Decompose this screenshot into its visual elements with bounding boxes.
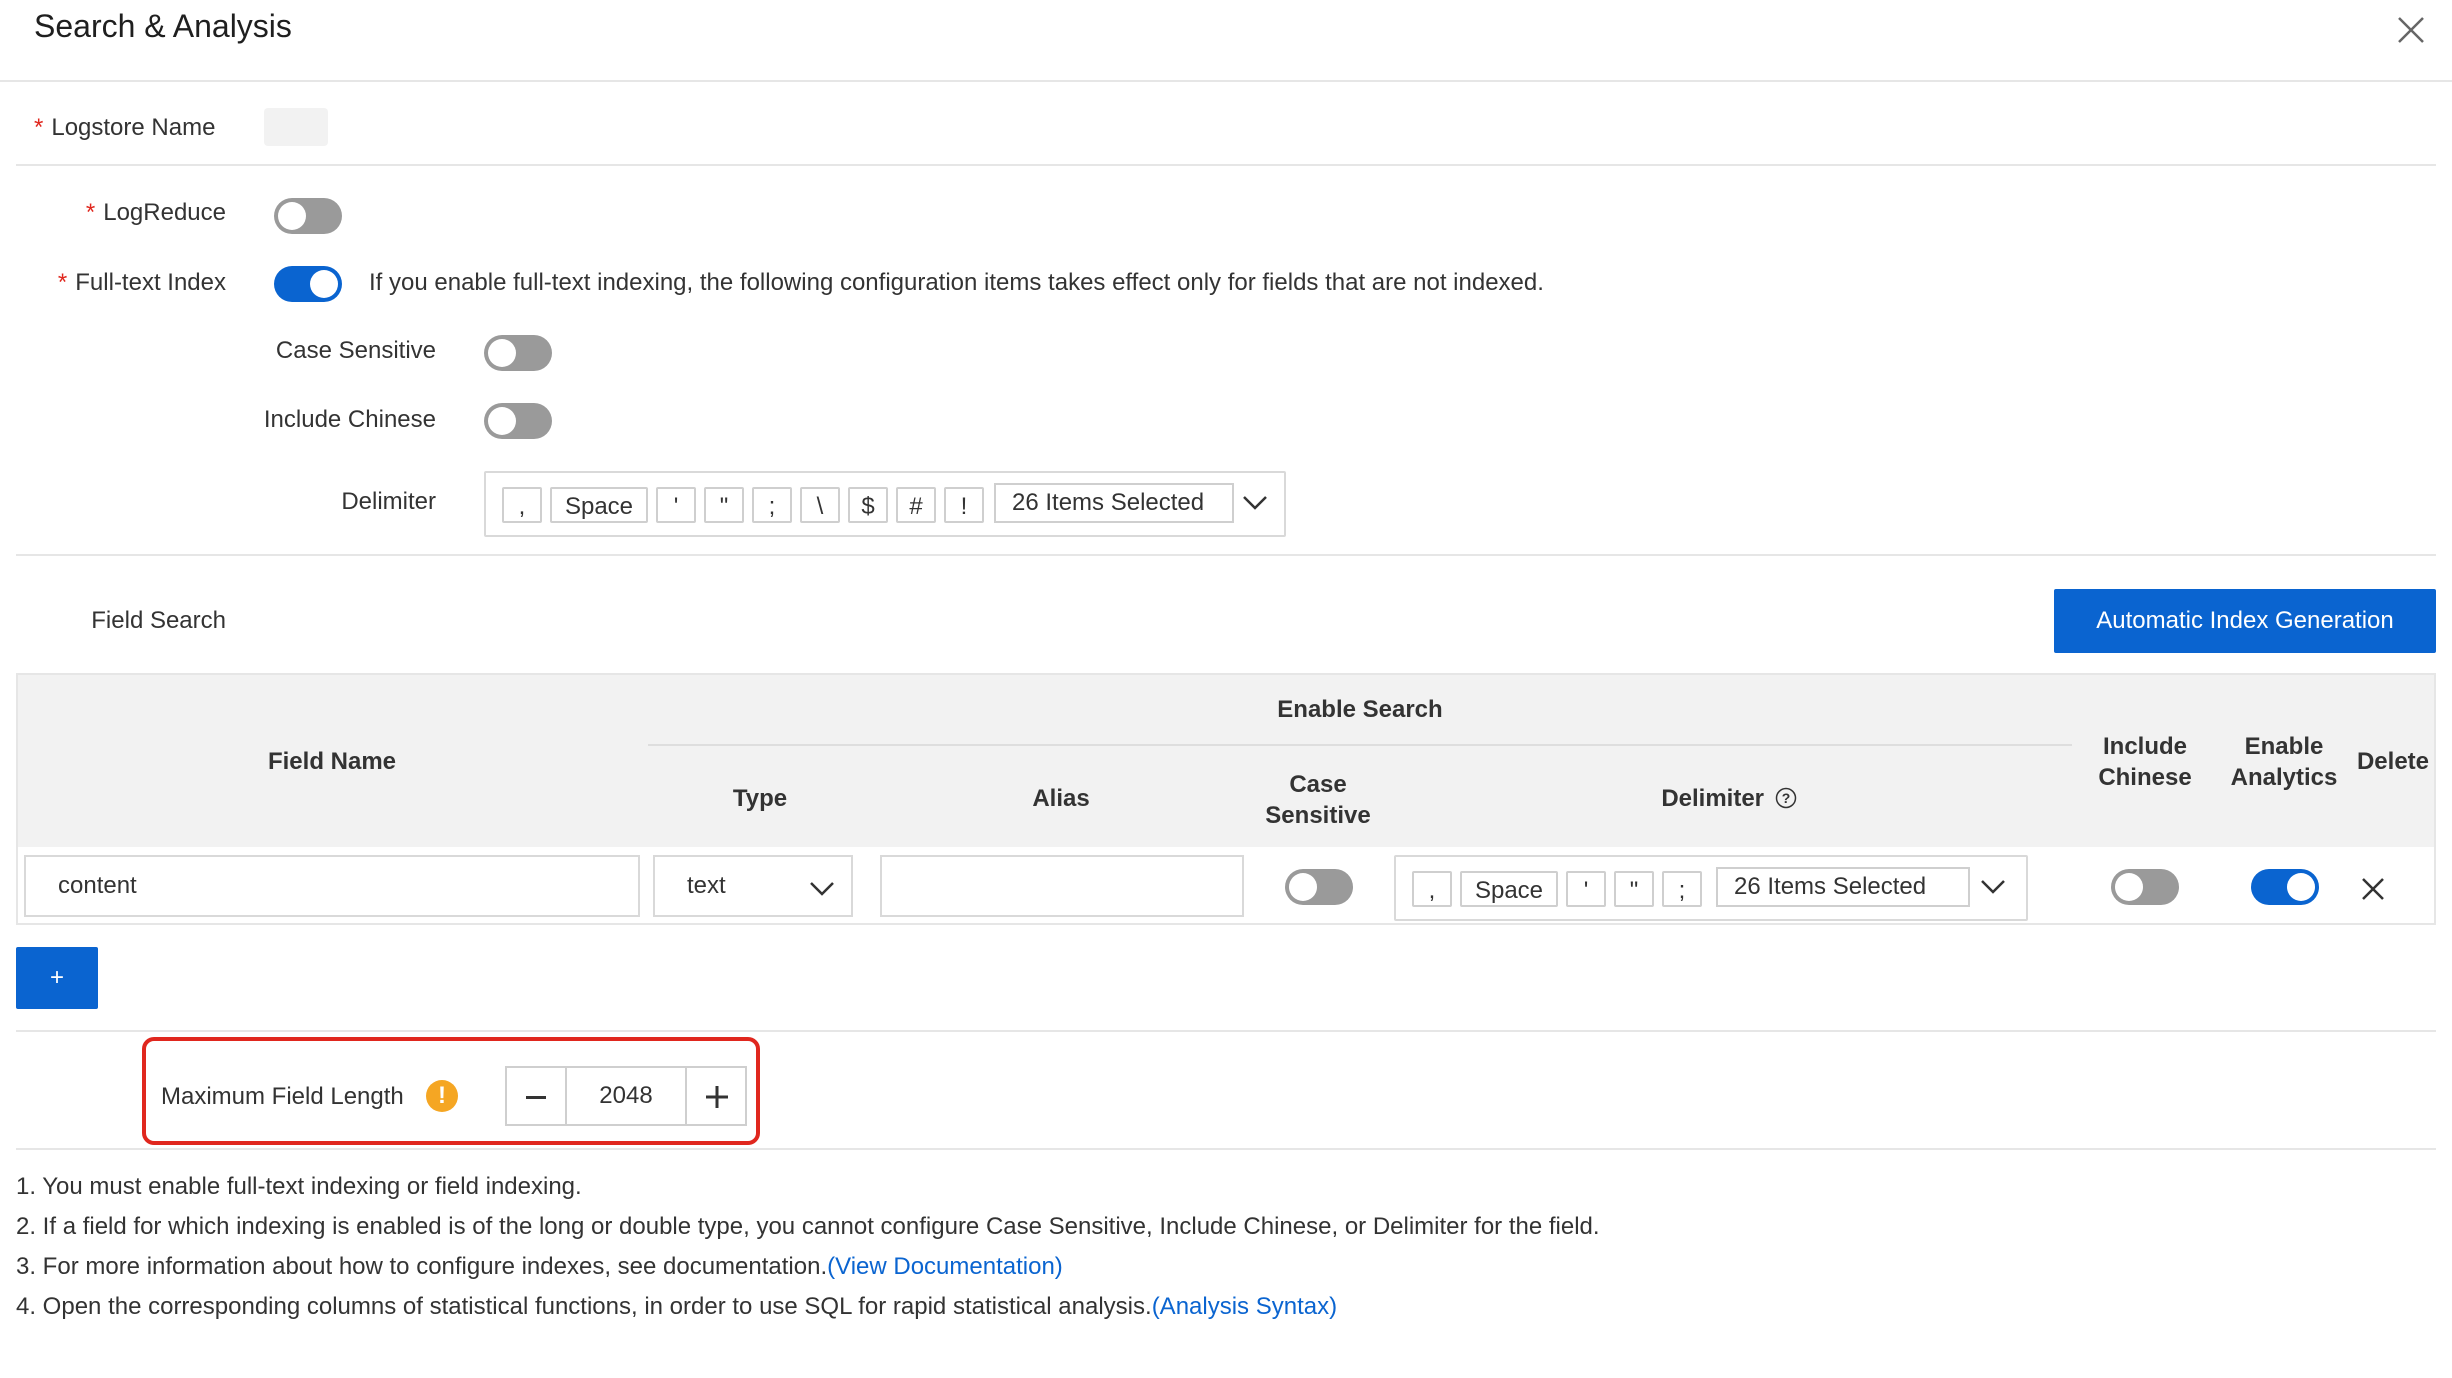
col-delimiter: Delimiter ? xyxy=(1386,785,2072,813)
section-divider xyxy=(16,164,2436,166)
delimiter-tag[interactable]: " xyxy=(1614,871,1654,907)
section-divider xyxy=(16,1030,2436,1032)
field-search-label: Field Search xyxy=(91,607,226,634)
delimiter-tag[interactable]: , xyxy=(1412,871,1452,907)
delimiter-tag[interactable]: ' xyxy=(1566,871,1606,907)
logstore-name-label: * Logstore Name xyxy=(34,114,216,141)
delimiter-label: Delimiter xyxy=(341,488,436,515)
logstore-name-value-blurred xyxy=(264,108,328,146)
chevron-down-icon[interactable] xyxy=(1980,877,2006,895)
delimiter-tag[interactable]: Space xyxy=(550,487,648,523)
help-icon[interactable]: ? xyxy=(1775,787,1797,809)
warning-icon[interactable]: ! xyxy=(426,1080,458,1112)
delimiter-tag[interactable]: $ xyxy=(848,487,888,523)
delimiter-summary[interactable]: 26 Items Selected xyxy=(1716,867,1970,907)
analysis-syntax-link[interactable]: (Analysis Syntax) xyxy=(1152,1293,1337,1320)
fulltext-hint: If you enable full-text indexing, the fo… xyxy=(369,269,1544,296)
header-group-divider xyxy=(648,744,2072,746)
add-field-button[interactable]: + xyxy=(16,947,98,1009)
include-chinese-toggle[interactable] xyxy=(484,403,552,439)
include-chinese-label: Include Chinese xyxy=(263,406,436,433)
alias-input[interactable] xyxy=(880,855,1244,917)
note-2: 2. If a field for which indexing is enab… xyxy=(16,1213,1600,1240)
col-enable-analytics: Enable Analytics xyxy=(2230,733,2338,791)
section-divider xyxy=(16,1148,2436,1150)
col-delete: Delete xyxy=(2356,748,2430,775)
delimiter-tag[interactable]: Space xyxy=(1460,871,1558,907)
fulltext-index-label: * Full-text Index xyxy=(57,269,226,296)
delimiter-select[interactable]: , Space ' " ; \ $ # ! 26 Items Selected xyxy=(484,471,1286,537)
svg-text:?: ? xyxy=(1781,790,1790,806)
delete-row-icon[interactable] xyxy=(2360,876,2386,902)
row-enable-analytics-toggle[interactable] xyxy=(2251,869,2319,905)
search-analysis-panel: Search & Analysis * Logstore Name * LogRed… xyxy=(0,0,2452,1378)
logreduce-toggle[interactable] xyxy=(274,198,342,234)
plus-icon xyxy=(706,1086,728,1108)
max-field-length-stepper: 2048 xyxy=(505,1066,747,1126)
case-sensitive-toggle[interactable] xyxy=(484,335,552,371)
col-alias: Alias xyxy=(1032,785,1090,812)
row-include-chinese-toggle[interactable] xyxy=(2111,869,2179,905)
col-case-sensitive: Case Sensitive xyxy=(1265,771,1371,829)
delimiter-tag[interactable]: \ xyxy=(800,487,840,523)
view-documentation-link[interactable]: (View Documentation) xyxy=(827,1253,1063,1280)
logreduce-label: * LogReduce xyxy=(85,199,226,226)
chevron-down-icon xyxy=(810,882,834,896)
minus-icon xyxy=(526,1096,546,1099)
decrement-button[interactable] xyxy=(505,1066,567,1126)
section-divider xyxy=(16,554,2436,556)
delimiter-tag[interactable]: " xyxy=(704,487,744,523)
fulltext-index-toggle[interactable] xyxy=(274,266,342,302)
note-1: 1. You must enable full-text indexing or… xyxy=(16,1173,582,1200)
col-enable-search: Enable Search xyxy=(1277,696,1443,723)
panel-title: Search & Analysis xyxy=(34,8,292,44)
delimiter-tag[interactable]: ; xyxy=(752,487,792,523)
note-3: 3. For more information about how to con… xyxy=(16,1253,1063,1280)
delimiter-tag[interactable]: ; xyxy=(1662,871,1702,907)
row-case-sensitive-toggle[interactable] xyxy=(1285,869,1353,905)
field-name-input[interactable]: content xyxy=(24,855,640,917)
delimiter-tag[interactable]: ' xyxy=(656,487,696,523)
max-field-length-label: Maximum Field Length xyxy=(161,1083,404,1110)
col-include-chinese: Include Chinese xyxy=(2098,733,2192,791)
type-select[interactable]: text xyxy=(653,855,853,917)
delimiter-summary[interactable]: 26 Items Selected xyxy=(994,483,1234,523)
max-field-length-input[interactable]: 2048 xyxy=(565,1066,687,1126)
case-sensitive-label: Case Sensitive xyxy=(275,337,436,364)
chevron-down-icon[interactable] xyxy=(1242,493,1268,511)
close-icon[interactable] xyxy=(2395,14,2427,46)
delimiter-tag[interactable]: ! xyxy=(944,487,984,523)
note-4: 4. Open the corresponding columns of sta… xyxy=(16,1293,1338,1320)
col-field-name: Field Name xyxy=(267,748,397,775)
col-type: Type xyxy=(732,785,788,812)
delimiter-tag[interactable]: , xyxy=(502,487,542,523)
row-delimiter-select[interactable]: , Space ' " ; 26 Items Selected xyxy=(1394,855,2028,921)
automatic-index-generation-button[interactable]: Automatic Index Generation xyxy=(2054,589,2436,653)
delimiter-tag[interactable]: # xyxy=(896,487,936,523)
header-divider xyxy=(0,80,2452,82)
increment-button[interactable] xyxy=(685,1066,747,1126)
